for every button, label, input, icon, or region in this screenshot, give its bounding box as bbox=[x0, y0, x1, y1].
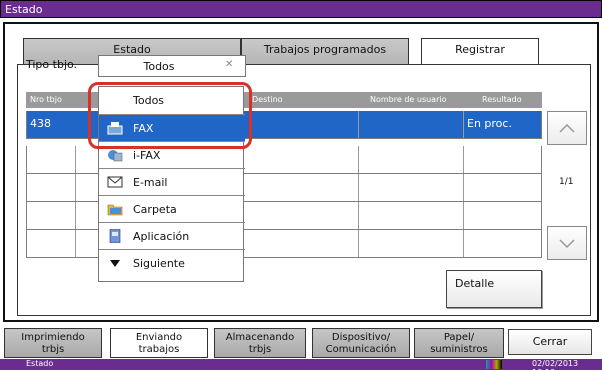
window-title-bar: Estado bbox=[0, 0, 602, 18]
job-type-value: Todos bbox=[143, 60, 175, 73]
selection-highlight-ring bbox=[88, 82, 252, 149]
close-button[interactable]: Cerrar bbox=[508, 329, 592, 355]
tab-almacenando-trbjs[interactable]: Almacenando trbjs bbox=[214, 328, 306, 358]
tab-line: Imprimiendo bbox=[21, 332, 85, 343]
status-label: Estado bbox=[26, 359, 54, 368]
folder-icon bbox=[107, 204, 123, 216]
page-indicator: 1/1 bbox=[559, 177, 574, 187]
col-user-name: Nombre de usuario bbox=[370, 95, 447, 104]
close-label: Cerrar bbox=[532, 335, 568, 348]
tab-enviando-trabajos[interactable]: Enviando trabajos bbox=[110, 328, 208, 358]
status-datetime: 02/02/2013 10:10 bbox=[532, 359, 579, 370]
col-result: Resultado bbox=[482, 95, 522, 104]
tab-line: trbjs bbox=[41, 344, 65, 355]
result-cell: En proc. bbox=[467, 117, 512, 130]
detail-button[interactable]: Detalle bbox=[446, 270, 542, 308]
scroll-up-button[interactable] bbox=[547, 111, 587, 145]
detail-label: Detalle bbox=[455, 277, 495, 290]
tab-trabajos-programados[interactable]: Trabajos programados bbox=[241, 38, 409, 64]
scroll-down-button[interactable] bbox=[547, 226, 587, 260]
tab-papel-suministros[interactable]: Papel/suministros bbox=[414, 328, 504, 358]
tab-registrar[interactable]: Registrar bbox=[421, 38, 539, 67]
dropdown-item-email[interactable]: E-mail bbox=[99, 168, 245, 195]
dropdown-item-label: E-mail bbox=[133, 176, 168, 189]
tab-label: Registrar bbox=[455, 43, 505, 56]
tab-line: Dispositivo/ bbox=[331, 332, 391, 343]
job-type-select[interactable]: Todos ✕ bbox=[98, 55, 246, 77]
chevron-down-icon bbox=[559, 239, 575, 249]
tab-imprimiendo-trbjs[interactable]: Imprimiendo trbjs bbox=[4, 328, 102, 358]
chevron-down-icon: ✕ bbox=[225, 59, 234, 70]
col-destination: Destino bbox=[252, 95, 283, 104]
down-triangle-icon bbox=[110, 260, 120, 267]
ifax-icon bbox=[108, 150, 123, 162]
application-icon bbox=[109, 229, 121, 243]
email-icon bbox=[107, 176, 123, 188]
dropdown-item-label: Carpeta bbox=[133, 203, 177, 216]
tab-line: suministros bbox=[430, 344, 488, 355]
tab-line: trbjs bbox=[248, 344, 272, 355]
dropdown-item-siguiente[interactable]: Siguiente bbox=[99, 249, 245, 276]
dropdown-item-aplicacion[interactable]: Aplicación bbox=[99, 222, 245, 249]
tab-label: Trabajos programados bbox=[263, 43, 387, 56]
tab-line: Papel/ bbox=[443, 332, 475, 343]
tab-line: trabajos bbox=[138, 344, 180, 355]
dropdown-item-carpeta[interactable]: Carpeta bbox=[99, 195, 245, 222]
job-type-label: Tipo tbjo. bbox=[26, 58, 78, 71]
tab-line: Comunicación bbox=[325, 344, 397, 355]
toner-level-icon bbox=[486, 360, 502, 369]
tab-line: Enviando bbox=[135, 332, 183, 343]
tab-line: Almacenando bbox=[225, 332, 295, 343]
job-number-cell: 438 bbox=[30, 117, 51, 130]
chevron-up-icon bbox=[559, 123, 575, 133]
window-title: Estado bbox=[5, 3, 43, 16]
col-job-number: Nro tbjo bbox=[30, 95, 62, 104]
status-bar: Estado 02/02/2013 10:10 bbox=[0, 359, 602, 370]
dropdown-item-label: Aplicación bbox=[133, 230, 190, 243]
dropdown-item-label: i-FAX bbox=[133, 149, 161, 162]
tab-dispositivo-comunicacion[interactable]: Dispositivo/Comunicación bbox=[312, 328, 410, 358]
dropdown-item-label: Siguiente bbox=[133, 257, 185, 270]
